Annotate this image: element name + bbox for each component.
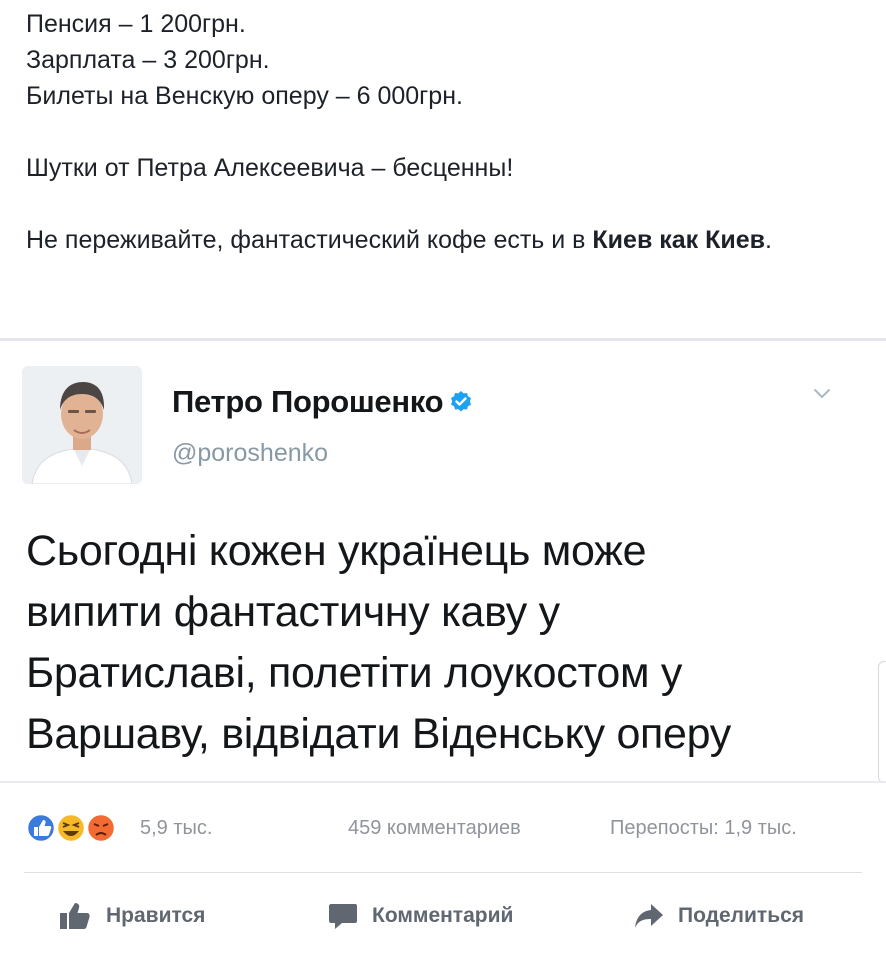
post-line-coffee-suffix: . [765, 226, 772, 254]
page-link-kiev[interactable]: Киев как Киев [592, 226, 765, 254]
shares-count[interactable]: Перепосты: 1,9 тыс. [610, 817, 797, 840]
tweet-line: випити фантастичну каву у [26, 588, 560, 636]
tweet-line: Братиславі, полетіти лоукостом у [26, 649, 683, 697]
comment-button[interactable]: Комментарий [328, 890, 513, 942]
avatar[interactable] [22, 366, 142, 484]
thumbs-up-icon [60, 903, 90, 929]
like-label: Нравится [106, 904, 206, 927]
verified-badge-icon [451, 391, 472, 412]
post-line-jokes: Шутки от Петра Алексеевича – бесценны! [26, 154, 514, 182]
like-button[interactable]: Нравится [58, 890, 205, 942]
tweet-text: Сьогодні кожен українець може випити фан… [26, 521, 866, 765]
comment-label: Комментарий [372, 904, 514, 927]
post-line-coffee-prefix: Не переживайте, фантастический кофе есть… [26, 226, 593, 254]
post-line-coffee: Не переживайте, фантастический кофе есть… [26, 222, 826, 258]
like-icon [25, 812, 57, 844]
divider [24, 872, 862, 873]
comments-count[interactable]: 459 комментариев [348, 817, 521, 840]
action-bar: Нравится Комментарий Поделиться [0, 890, 886, 942]
reaction-count[interactable]: 5,9 тыс. [140, 817, 212, 840]
share-arrow-icon [635, 904, 663, 928]
post-line-tickets: Билеты на Венскую оперу – 6 000грн. [26, 82, 463, 110]
tweet-line: Варшаву, відвідати Віденську оперу [26, 710, 731, 758]
haha-icon [55, 812, 87, 844]
reaction-icons[interactable] [24, 808, 134, 848]
post-text: Пенсия – 1 200грн. Зарплата – 3 200грн. … [26, 6, 826, 258]
scroll-handle [878, 661, 886, 783]
divider [0, 781, 886, 783]
post-line-pension: Пенсия – 1 200грн. [26, 10, 246, 38]
share-label: Поделиться [678, 904, 805, 927]
share-button[interactable]: Поделиться [634, 890, 804, 942]
post-line-salary: Зарплата – 3 200грн. [26, 46, 270, 74]
tweet-line: Сьогодні кожен українець може [26, 527, 647, 575]
reactions-bar: 5,9 тыс. 459 комментариев Перепосты: 1,9… [24, 808, 864, 848]
tweet-author[interactable]: Петро Порошенко [172, 384, 473, 420]
tweet-card[interactable]: Петро Порошенко @poroshenko Сьогодні кож… [0, 341, 886, 783]
tweet-handle[interactable]: @poroshenko [172, 439, 328, 468]
angry-icon [85, 812, 117, 844]
chevron-down-icon[interactable] [812, 387, 832, 401]
tweet-author-name[interactable]: Петро Порошенко [172, 384, 444, 419]
comment-icon [329, 904, 357, 929]
